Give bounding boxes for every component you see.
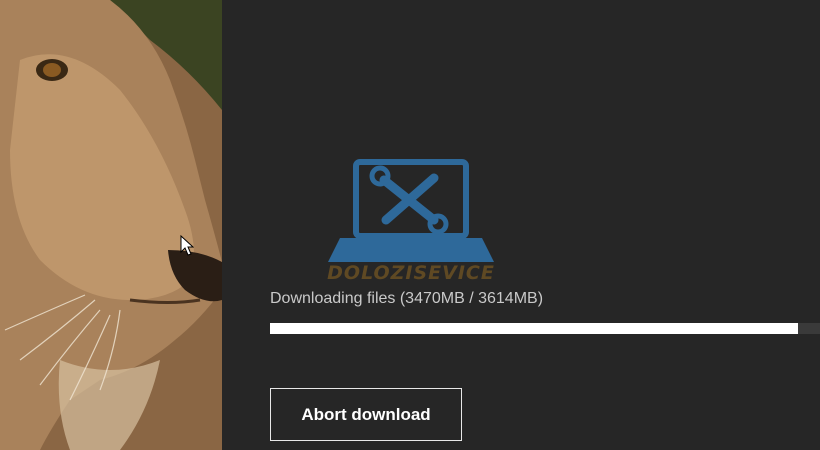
watermark-text: DOLOZISEVICE [327,262,495,284]
lion-illustration [0,0,222,450]
download-screen: DOLOZISEVICE Downloading files (3470MB /… [0,0,820,450]
content-pane [222,0,820,450]
mouse-pointer-icon [180,235,194,256]
download-status-text: Downloading files (3470MB / 3614MB) [270,290,544,307]
abort-download-button[interactable]: Abort download [270,388,462,441]
hero-image-lion [0,0,222,450]
download-progress-fill [270,323,798,334]
download-progress-bar [270,323,820,334]
